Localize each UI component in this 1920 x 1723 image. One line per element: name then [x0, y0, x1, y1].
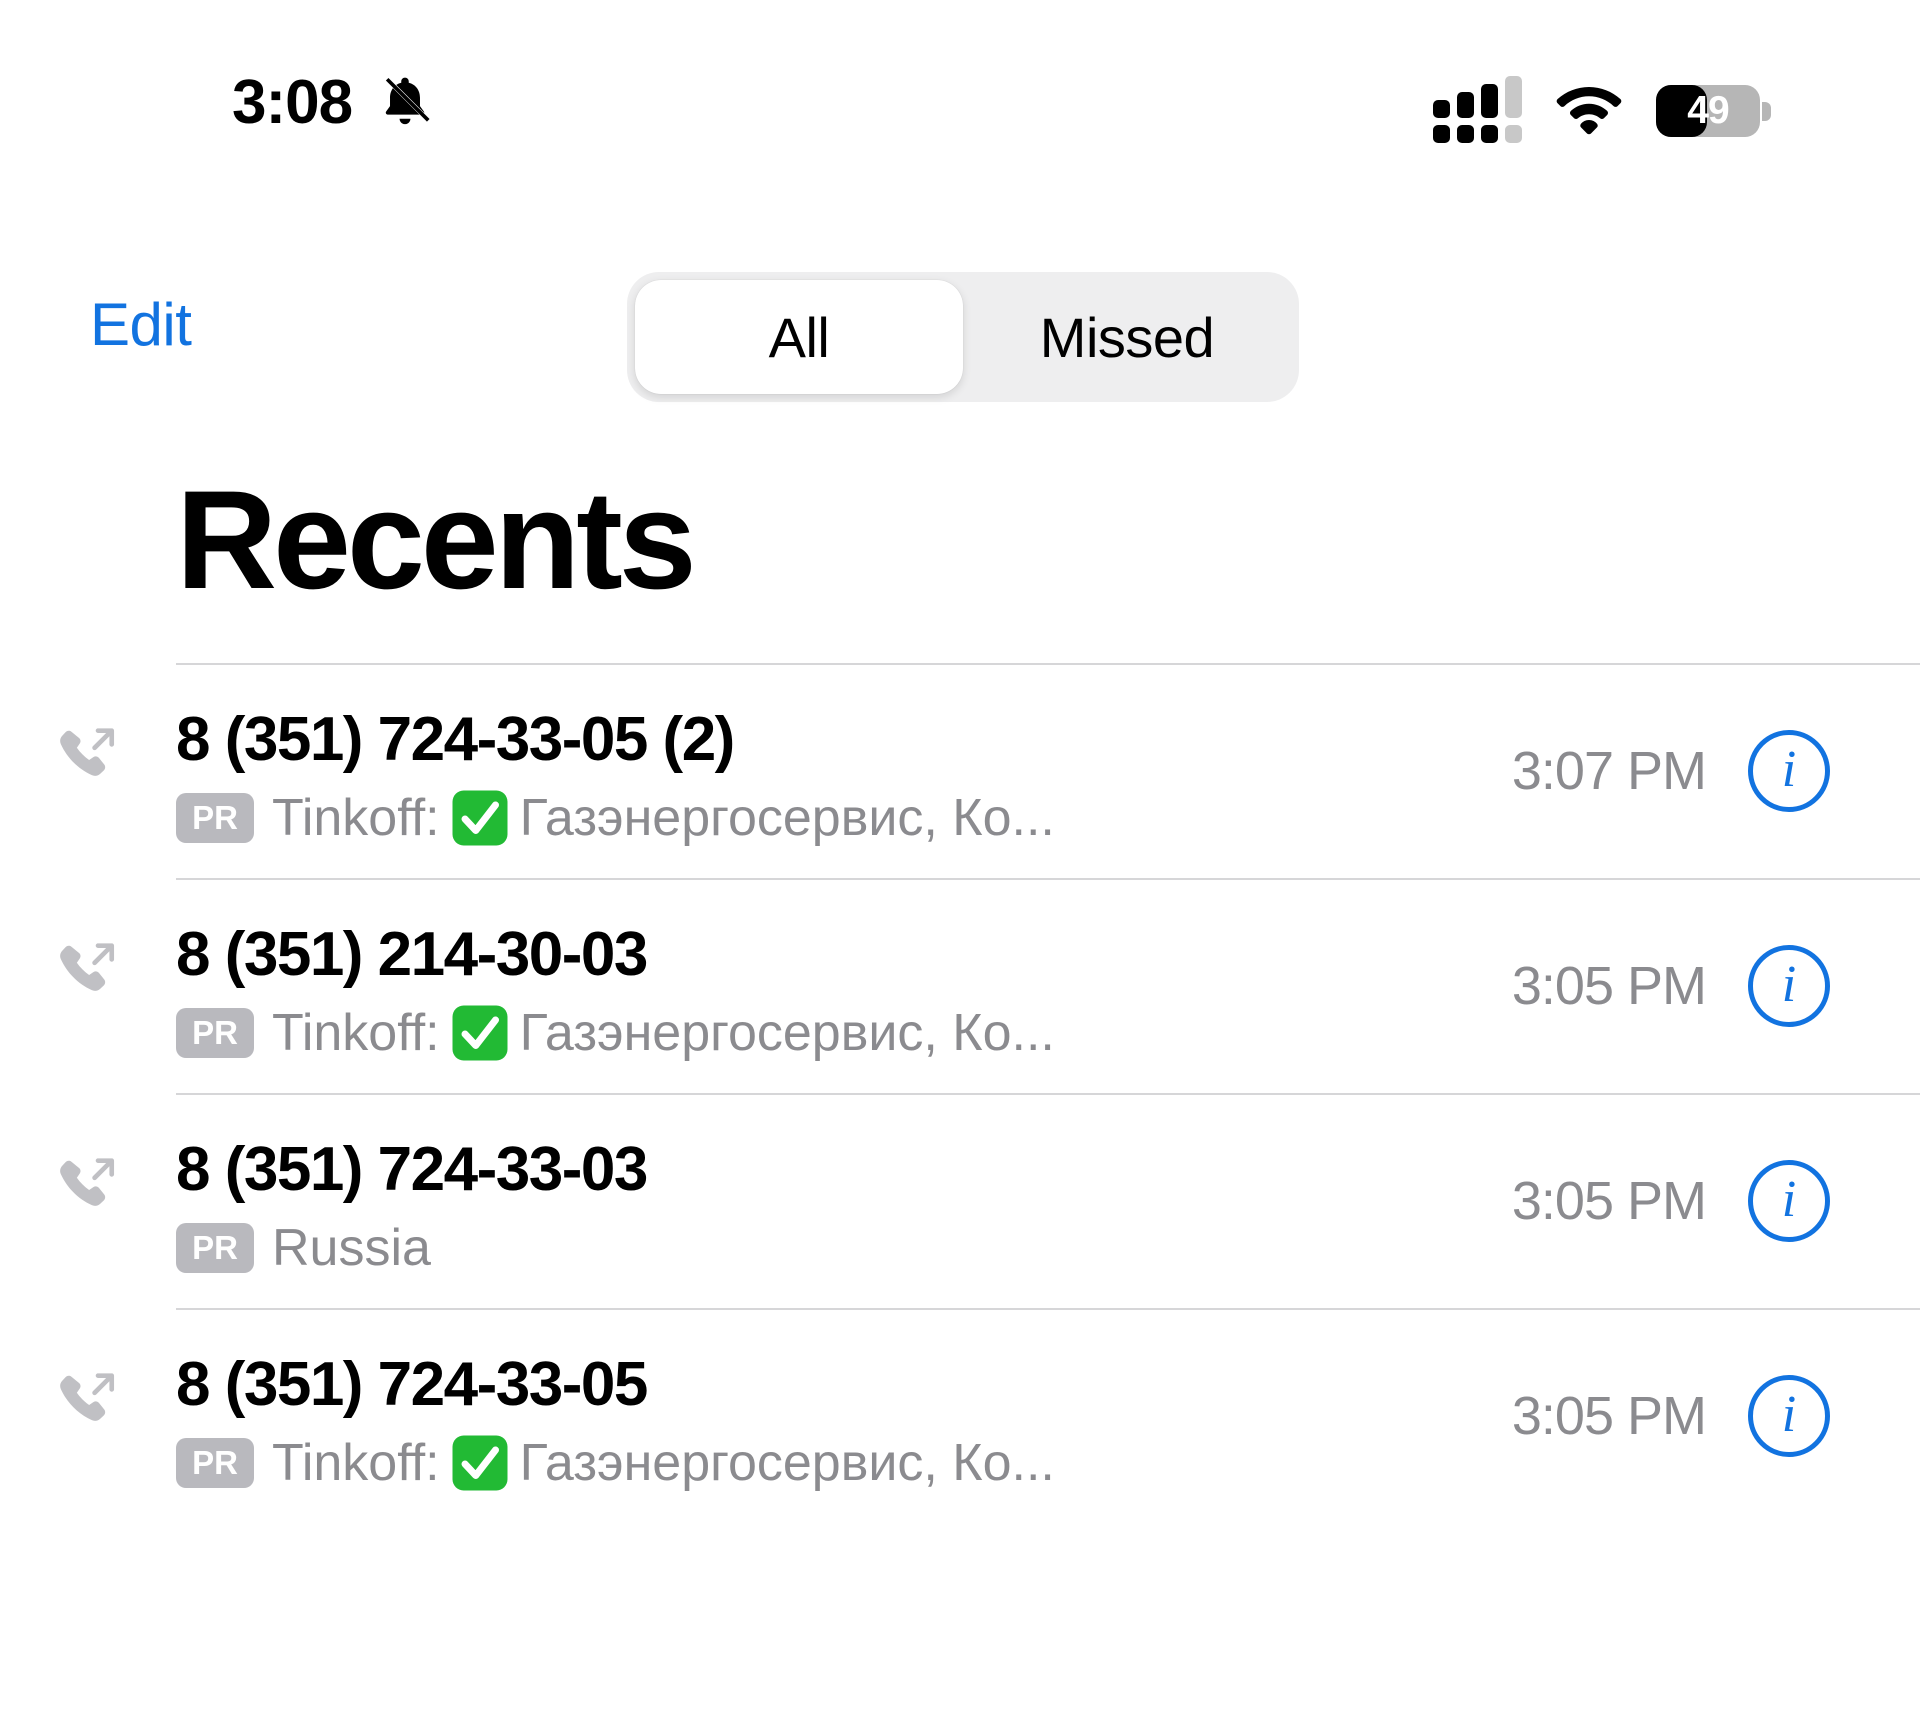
info-button[interactable]: i	[1748, 729, 1830, 812]
call-label-after: Газэнергосервис, Ко...	[519, 1003, 1055, 1062]
info-icon: i	[1781, 1170, 1797, 1228]
dual-sim-signal-icon	[1433, 76, 1522, 143]
battery-cap	[1762, 101, 1771, 121]
call-time: 3:05 PM	[1511, 1385, 1707, 1446]
outgoing-call-icon	[60, 1158, 115, 1206]
call-details: 8 (351) 724-33-05 PR Tinkoff: Газэнергос…	[176, 1346, 1376, 1494]
table-row[interactable]: 8 (351) 214-30-03 PR Tinkoff: Газэнергос…	[0, 878, 1920, 1093]
bell-slash-icon	[384, 76, 430, 125]
call-subtitle: PR Tinkoff: Газэнергосервис, Ко...	[176, 787, 1376, 849]
pr-badge: PR	[176, 1222, 254, 1273]
navigation-bar: Edit All Missed	[0, 272, 1920, 402]
tab-missed[interactable]: Missed	[963, 280, 1291, 394]
pr-badge: PR	[176, 1007, 254, 1058]
call-number: 8 (351) 724-33-05	[176, 1350, 648, 1419]
call-label-after: Газэнергосервис, Ко...	[519, 1433, 1055, 1492]
status-bar-left: 3:08	[232, 72, 436, 134]
info-button[interactable]: i	[1748, 1374, 1830, 1457]
call-time: 3:05 PM	[1511, 955, 1707, 1016]
wifi-icon	[1556, 86, 1622, 134]
call-label-before: Tinkoff:	[272, 1433, 440, 1492]
status-bar-right: 49	[1433, 76, 1771, 143]
call-subtitle: PR Russia	[176, 1217, 1376, 1279]
status-bar: 3:08 49	[0, 0, 1920, 200]
recents-call-list: 8 (351) 724-33-05 (2) PR Tinkoff: Газэне…	[0, 663, 1920, 1523]
call-meta: 3:05 PM i	[1512, 878, 1830, 1093]
tab-all[interactable]: All	[635, 280, 963, 394]
status-bar-clock: 3:08	[232, 68, 353, 137]
call-number: 8 (351) 724-33-03	[176, 1135, 648, 1204]
battery-icon: 49	[1656, 84, 1771, 137]
green-check-icon	[452, 1005, 508, 1061]
call-label-before: Russia	[272, 1218, 431, 1277]
page-title: Recents	[176, 461, 697, 618]
call-time: 3:05 PM	[1511, 1170, 1707, 1231]
call-time: 3:07 PM	[1511, 740, 1707, 801]
call-subtitle: PR Tinkoff: Газэнергосервис, Ко...	[176, 1002, 1376, 1064]
outgoing-call-icon	[60, 728, 115, 776]
info-icon: i	[1781, 740, 1797, 798]
call-number: 8 (351) 214-30-03	[176, 920, 648, 989]
info-button[interactable]: i	[1748, 944, 1830, 1027]
call-label-before: Tinkoff:	[272, 788, 440, 847]
call-number: 8 (351) 724-33-05 (2)	[176, 705, 735, 774]
call-subtitle: PR Tinkoff: Газэнергосервис, Ко...	[176, 1432, 1376, 1494]
green-check-icon	[452, 790, 508, 846]
info-icon: i	[1781, 1385, 1797, 1443]
table-row[interactable]: 8 (351) 724-33-05 (2) PR Tinkoff: Газэне…	[0, 663, 1920, 878]
phone-recents-screen: 3:08 49 Edit All Missed Recents 8 (351) …	[0, 0, 1920, 1723]
call-meta: 3:05 PM i	[1512, 1308, 1830, 1523]
outgoing-call-icon	[60, 1373, 115, 1421]
green-check-icon	[452, 1435, 508, 1491]
call-details: 8 (351) 724-33-03 PR Russia	[176, 1131, 1376, 1279]
info-button[interactable]: i	[1748, 1159, 1830, 1242]
edit-button[interactable]: Edit	[90, 290, 192, 359]
battery-percent-label: 49	[1687, 88, 1729, 132]
call-meta: 3:05 PM i	[1512, 1093, 1830, 1308]
table-row[interactable]: 8 (351) 724-33-05 PR Tinkoff: Газэнергос…	[0, 1308, 1920, 1523]
outgoing-call-icon	[60, 943, 115, 991]
call-label-after: Газэнергосервис, Ко...	[519, 788, 1055, 847]
pr-badge: PR	[176, 1437, 254, 1488]
info-icon: i	[1781, 955, 1797, 1013]
pr-badge: PR	[176, 792, 254, 843]
call-details: 8 (351) 214-30-03 PR Tinkoff: Газэнергос…	[176, 916, 1376, 1064]
call-details: 8 (351) 724-33-05 (2) PR Tinkoff: Газэне…	[176, 701, 1376, 849]
call-label-before: Tinkoff:	[272, 1003, 440, 1062]
call-meta: 3:07 PM i	[1512, 663, 1830, 878]
calls-filter-segmented-control[interactable]: All Missed	[627, 272, 1299, 402]
table-row[interactable]: 8 (351) 724-33-03 PR Russia 3:05 PM i	[0, 1093, 1920, 1308]
